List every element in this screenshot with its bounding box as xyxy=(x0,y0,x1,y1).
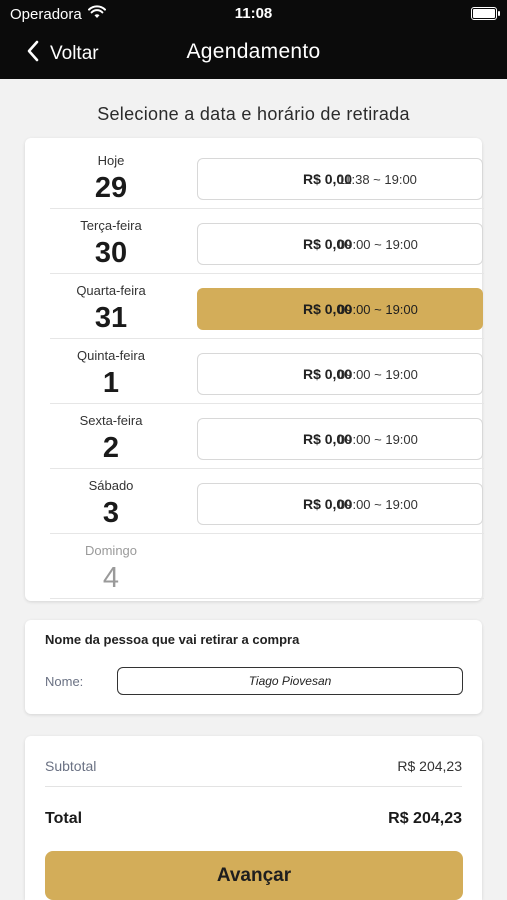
day-label: Domingo xyxy=(84,543,138,558)
day-label: Terça-feira xyxy=(80,218,142,233)
day-number: 2 xyxy=(102,432,120,464)
slot-price: R$ 0,00 xyxy=(302,431,352,447)
time-slot-option[interactable]: R$ 0,00 09:00 ~ 19:00 xyxy=(197,483,483,525)
pickup-person-card: Nome da pessoa que vai retirar a compra … xyxy=(25,620,482,714)
day-row-1: Terça-feira 30 R$ 0,00 09:00 ~ 19:00 xyxy=(50,209,484,274)
time-slot-option[interactable]: R$ 0,00 09:00 ~ 19:00 xyxy=(197,418,483,460)
day-number: 31 xyxy=(94,302,128,334)
subtotal-value: R$ 204,23 xyxy=(397,758,462,774)
day-row-5: Sábado 3 R$ 0,00 09:00 ~ 19:00 xyxy=(50,469,484,534)
day-number: 29 xyxy=(94,172,128,204)
slot-hours: 09:00 ~ 19:00 xyxy=(338,431,418,447)
slot-price: R$ 0,00 xyxy=(302,301,352,317)
slot-hours: 09:00 ~ 19:00 xyxy=(338,496,418,512)
name-label: Nome: xyxy=(45,674,84,689)
time-slot-option[interactable]: R$ 0,00 11:38 ~ 19:00 xyxy=(197,158,483,200)
time-slot-option-selected[interactable]: R$ 0,00 09:00 ~ 19:00 xyxy=(197,288,483,330)
subtotal-label: Subtotal xyxy=(45,758,97,774)
slot-price: R$ 0,00 xyxy=(302,171,352,187)
day-number: 3 xyxy=(102,497,120,529)
day-row-2: Quarta-feira 31 R$ 0,00 09:00 ~ 19:00 xyxy=(50,274,484,339)
day-row-3: Quinta-feira 1 R$ 0,00 09:00 ~ 19:00 xyxy=(50,339,484,404)
slot-hours: 09:00 ~ 19:00 xyxy=(338,236,418,252)
battery-icon xyxy=(471,7,500,20)
total-value: R$ 204,23 xyxy=(388,810,462,827)
time-slot-option[interactable]: R$ 0,00 09:00 ~ 19:00 xyxy=(197,353,483,395)
day-row-0: Hoje 29 R$ 0,00 11:38 ~ 19:00 xyxy=(50,144,484,209)
name-input[interactable] xyxy=(117,667,463,695)
pickup-title: Nome da pessoa que vai retirar a compra xyxy=(45,632,300,647)
summary-divider xyxy=(45,786,462,787)
day-label: Sábado xyxy=(88,478,134,493)
subtotal-row: Subtotal R$ 204,23 xyxy=(45,758,462,774)
total-label: Total xyxy=(45,810,83,827)
day-label: Hoje xyxy=(97,153,125,168)
slot-price: R$ 0,00 xyxy=(302,236,352,252)
day-label: Quinta-feira xyxy=(77,348,145,363)
slot-price: R$ 0,00 xyxy=(302,496,352,512)
status-time: 11:08 xyxy=(234,5,273,22)
order-summary-card: Subtotal R$ 204,23 Total R$ 204,23 Avanç… xyxy=(25,736,482,900)
day-row-4: Sexta-feira 2 R$ 0,00 09:00 ~ 19:00 xyxy=(50,404,484,469)
slot-hours: 09:00 ~ 19:00 xyxy=(338,301,418,317)
day-number: 30 xyxy=(94,237,128,269)
navigation-bar: Voltar Agendamento xyxy=(0,28,507,79)
time-slot-option[interactable]: R$ 0,00 09:00 ~ 19:00 xyxy=(197,223,483,265)
section-heading: Selecione a data e horário de retirada xyxy=(97,104,410,124)
total-row: Total R$ 204,23 xyxy=(45,810,462,828)
page-title: Agendamento xyxy=(186,40,321,63)
day-number: 1 xyxy=(102,367,120,399)
day-row-6: Domingo 4 xyxy=(50,534,484,599)
slot-hours: 11:38 ~ 19:00 xyxy=(338,171,417,187)
slot-hours: 09:00 ~ 19:00 xyxy=(338,366,418,382)
day-label: Sexta-feira xyxy=(79,413,143,428)
status-bar: Operadora 11:08 xyxy=(0,0,507,28)
slot-price: R$ 0,00 xyxy=(302,366,352,382)
day-label: Quarta-feira xyxy=(76,283,146,298)
date-selection-card: Hoje 29 R$ 0,00 11:38 ~ 19:00 Terça-feir… xyxy=(25,138,484,601)
next-button[interactable]: Avançar xyxy=(45,851,463,900)
day-number: 4 xyxy=(102,562,120,594)
